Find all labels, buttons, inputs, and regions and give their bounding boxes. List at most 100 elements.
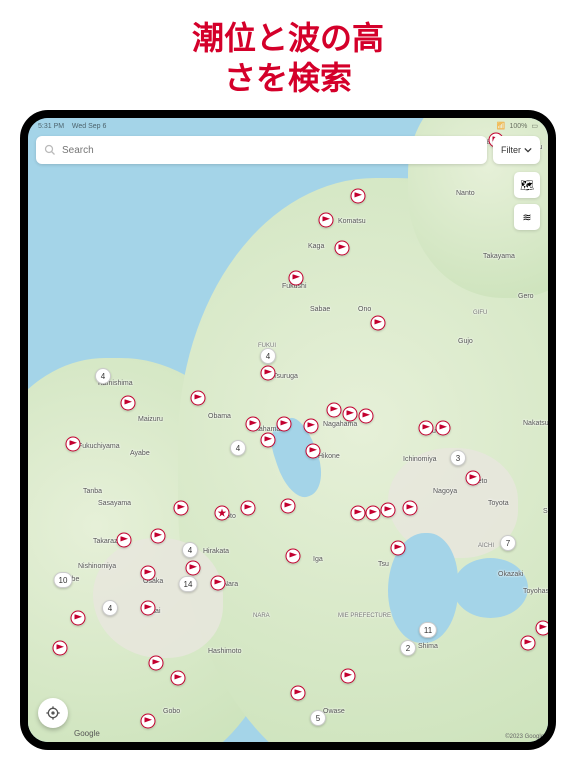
headline: 潮位と波の高 さを検索 [0,0,576,110]
spot-marker[interactable] [121,396,136,411]
spot-marker[interactable] [141,601,156,616]
status-bar: 5:31 PM Wed Sep 6 📶 100% ▭ [28,118,548,134]
headline-line1: 潮位と波の高 [192,20,384,56]
cluster-marker[interactable]: 5 [310,710,326,726]
flag-icon [343,407,358,422]
spot-marker[interactable] [403,501,418,516]
cluster-marker[interactable]: 11 [419,622,437,638]
spot-marker[interactable] [335,241,350,256]
search-input[interactable] [62,145,479,156]
chevron-down-icon [524,146,532,154]
spot-marker[interactable] [536,621,549,636]
cluster-count: 3 [450,450,466,466]
cluster-marker[interactable]: 10 [54,572,73,588]
spot-marker[interactable] [359,409,374,424]
flag-icon [306,444,321,459]
spot-marker[interactable] [149,656,164,671]
cluster-count: 4 [182,542,198,558]
spot-marker[interactable] [436,421,451,436]
flag-icon [149,656,164,671]
spot-marker[interactable] [391,541,406,556]
cluster-count: 7 [500,535,516,551]
cluster-marker[interactable]: 4 [182,542,198,558]
flag-icon [151,529,166,544]
spot-marker[interactable] [286,549,301,564]
wifi-icon: 📶 [497,122,506,130]
spot-marker[interactable] [191,391,206,406]
cluster-marker[interactable]: 4 [102,600,118,616]
spot-marker[interactable] [241,501,256,516]
flag-icon [319,213,334,228]
search-box[interactable] [36,136,487,164]
battery-icon: ▭ [531,122,538,130]
flag-icon [66,437,81,452]
flag-icon [351,506,366,521]
spot-marker[interactable] [66,437,81,452]
spot-marker[interactable] [341,669,356,684]
flag-icon [141,566,156,581]
spot-marker[interactable] [466,471,481,486]
spot-marker[interactable] [53,641,68,656]
flag-icon [341,669,356,684]
spot-marker[interactable] [343,407,358,422]
spot-marker[interactable] [371,316,386,331]
cluster-count: 11 [419,622,437,638]
flag-icon [174,501,189,516]
flag-icon [71,611,86,626]
spot-marker[interactable] [289,271,304,286]
spot-marker[interactable] [304,419,319,434]
spot-marker[interactable] [261,433,276,448]
spot-marker[interactable] [351,506,366,521]
spot-marker[interactable] [141,714,156,729]
cluster-count: 4 [102,600,118,616]
layers-button[interactable]: 🗺 [514,172,540,198]
flag-icon [366,506,381,521]
google-logo: Google [74,729,100,738]
spot-marker[interactable] [71,611,86,626]
flag-icon [141,714,156,729]
cluster-marker[interactable]: 4 [260,348,276,364]
spot-marker[interactable] [521,636,536,651]
flag-icon [211,576,226,591]
cluster-count: 10 [54,572,73,588]
flag-icon [261,366,276,381]
spot-marker[interactable] [277,417,292,432]
mikawa-bay [453,558,528,618]
cluster-marker[interactable]: 4 [230,440,246,456]
spot-marker[interactable] [281,499,296,514]
tide-button[interactable]: ≋ [514,204,540,230]
spot-marker[interactable] [291,686,306,701]
spot-marker[interactable] [351,189,366,204]
flag-icon [286,549,301,564]
spot-marker[interactable] [306,444,321,459]
favorite-marker[interactable] [215,506,230,521]
spot-marker[interactable] [117,533,132,548]
spot-marker[interactable] [141,566,156,581]
spot-marker[interactable] [211,576,226,591]
spot-marker[interactable] [327,403,342,418]
cluster-marker[interactable]: 4 [95,368,111,384]
cluster-marker[interactable]: 3 [450,450,466,466]
spot-marker[interactable] [381,503,396,518]
filter-label: Filter [501,145,521,155]
spot-marker[interactable] [171,671,186,686]
cluster-marker[interactable]: 14 [179,576,198,592]
spot-marker[interactable] [319,213,334,228]
cluster-marker[interactable]: 7 [500,535,516,551]
spot-marker[interactable] [151,529,166,544]
status-time: 5:31 PM [38,123,64,130]
locate-button[interactable] [38,698,68,728]
flag-icon [391,541,406,556]
cluster-count: 4 [260,348,276,364]
spot-marker[interactable] [186,561,201,576]
flag-icon [171,671,186,686]
cluster-marker[interactable]: 2 [400,640,416,656]
spot-marker[interactable] [261,366,276,381]
spot-marker[interactable] [366,506,381,521]
spot-marker[interactable] [246,417,261,432]
spot-marker[interactable] [174,501,189,516]
map-canvas[interactable]: ISHIKAWA PREFECTUREUozuNantoKomatsuKagaT… [28,118,548,742]
filter-button[interactable]: Filter [493,136,540,164]
spot-marker[interactable] [419,421,434,436]
flag-icon [141,601,156,616]
